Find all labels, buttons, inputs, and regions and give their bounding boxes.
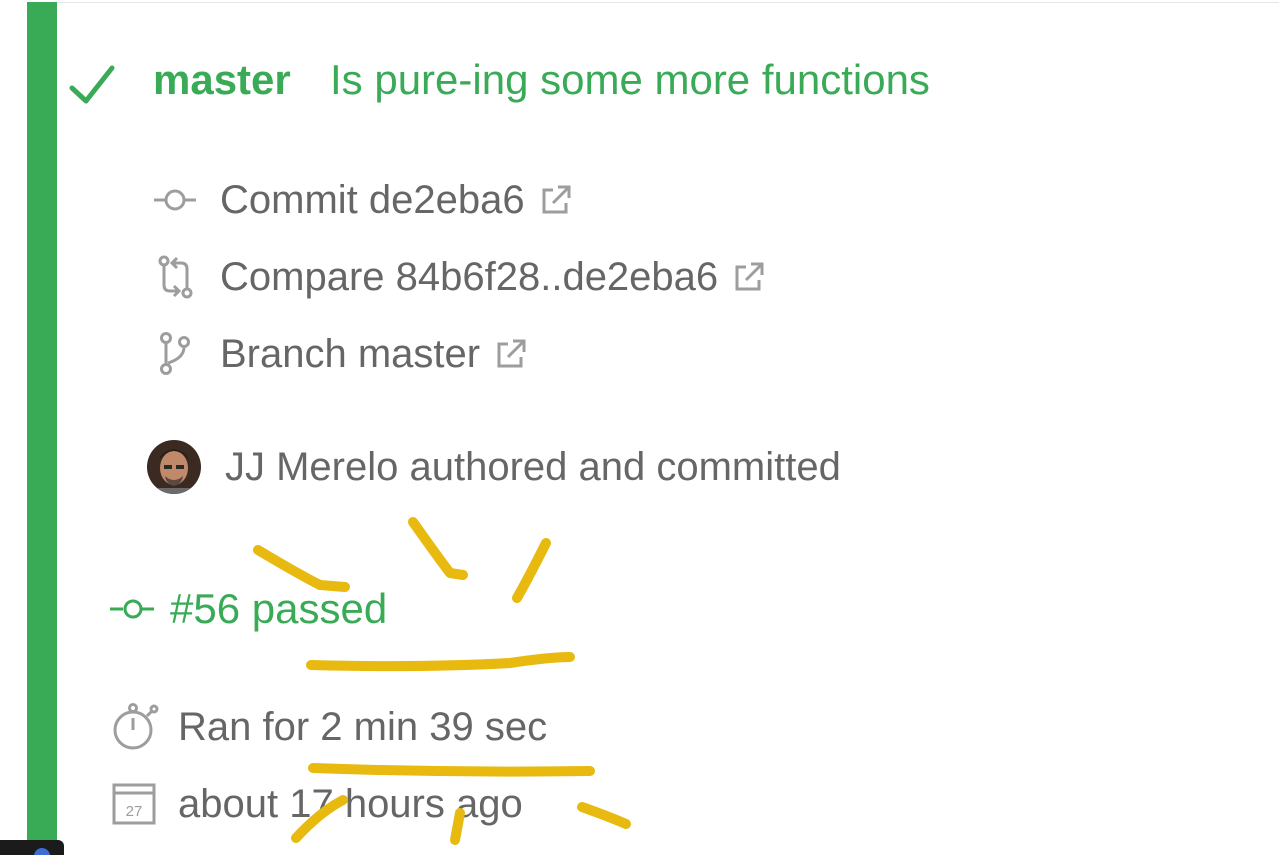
calendar-icon: 27 <box>112 783 156 825</box>
branch-label: Branch master <box>220 332 481 376</box>
branch-icon <box>160 332 190 375</box>
author-avatar[interactable] <box>147 440 201 494</box>
finished-label: about 17 hours ago <box>178 781 523 826</box>
author-text: JJ Merelo authored and committed <box>225 444 841 489</box>
avatar-image <box>147 440 201 494</box>
branch-link-row[interactable]: Branch master <box>150 328 528 380</box>
external-link-icon <box>542 185 571 214</box>
card-top-border <box>57 2 1279 3</box>
branch-name-link[interactable]: master <box>153 52 291 108</box>
build-number-link[interactable]: #56 passed <box>108 583 387 635</box>
commit-message-link[interactable]: Is pure-ing some more functions <box>330 52 930 108</box>
build-status-bar <box>27 2 57 855</box>
commit-label: Commit de2eba6 <box>220 178 525 222</box>
build-summary-page: master Is pure-ing some more functions C… <box>0 0 1279 855</box>
commit-icon <box>154 189 196 211</box>
compare-label: Compare 84b6f28..de2eba6 <box>220 255 719 299</box>
left-gutter <box>0 0 27 855</box>
build-number-label: #56 passed <box>170 585 388 632</box>
external-link-icon <box>735 262 764 291</box>
finished-row: 27 about 17 hours ago <box>110 777 523 831</box>
external-link-icon <box>497 339 526 368</box>
author-row: JJ Merelo authored and committed <box>147 438 841 496</box>
commit-icon <box>110 599 154 619</box>
commit-link-row[interactable]: Commit de2eba6 <box>150 174 573 226</box>
duration-label: Ran for 2 min 39 sec <box>178 704 548 749</box>
stopwatch-icon <box>113 703 159 750</box>
compare-icon <box>158 255 193 299</box>
check-icon <box>69 65 115 104</box>
compare-link-row[interactable]: Compare 84b6f28..de2eba6 <box>150 251 766 303</box>
calendar-day: 27 <box>126 803 143 820</box>
corner-widget <box>0 840 64 855</box>
duration-row: Ran for 2 min 39 sec <box>110 700 547 754</box>
